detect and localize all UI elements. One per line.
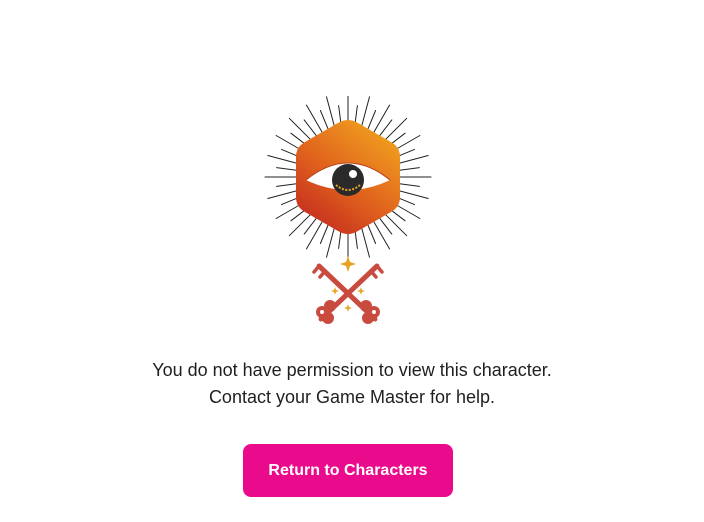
sunburst-ray [379,217,393,235]
sunburst-ray [384,213,408,237]
sunburst-ray [361,226,370,258]
sunburst-ray [361,96,370,128]
sunburst-ray [306,221,323,250]
help-message-line: Contact your Game Master for help. [208,387,496,407]
sunburst-ray [267,155,299,164]
sunburst-ray [303,119,317,137]
sunburst-ray [326,226,335,258]
sunburst-ray [319,224,329,244]
sunburst-ray [399,183,420,187]
sunburst-ray [367,224,377,244]
permission-message-line: You do not have permission to view this … [152,360,552,380]
sunburst-ray [397,190,429,199]
sunburst-ray [399,167,420,171]
sunburst-ray [397,155,429,164]
sunburst-ray [276,183,297,187]
sunburst-ray [288,213,312,237]
sunburst-ray [384,117,408,141]
permission-message: You do not have permission to view this … [0,357,704,411]
sunburst-ray [276,167,297,171]
sunburst-ray [303,217,317,235]
sunburst-ray [319,110,329,130]
sunburst-ray [367,110,377,130]
sunburst-ray [373,221,390,250]
all-seeing-eye-icon [296,120,400,234]
emblem-illustration [264,96,432,324]
sunburst-ray [306,104,323,133]
sunburst-ray [267,190,299,199]
return-to-characters-button[interactable]: Return to Characters [243,444,453,497]
permission-denied-page: You do not have permission to view this … [0,0,704,522]
sunburst-ray [326,96,335,128]
sunburst-ray [379,119,393,137]
sunburst-ray [373,104,390,133]
sunburst-ray [288,117,312,141]
